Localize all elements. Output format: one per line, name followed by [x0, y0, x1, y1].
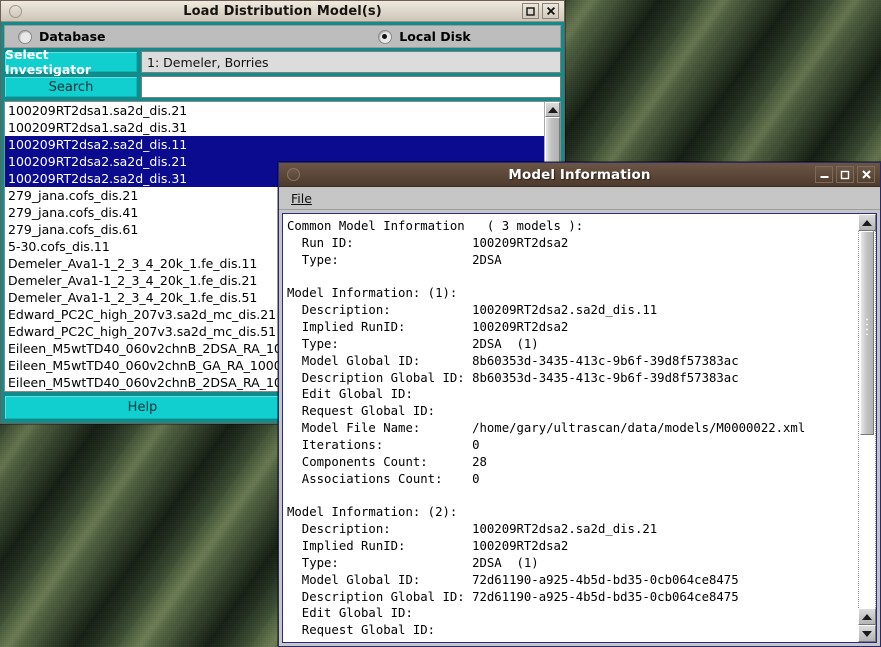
load-window-title: Load Distribution Model(s): [183, 3, 382, 19]
info-window-title: Model Information: [508, 166, 651, 183]
list-item[interactable]: 100209RT2dsa1.sa2d_dis.21: [8, 102, 544, 119]
load-window-titlebar[interactable]: Load Distribution Model(s): [1, 1, 564, 22]
info-scroll-thumb[interactable]: [860, 231, 874, 435]
info-scrollbar[interactable]: [858, 213, 877, 643]
info-window-menubar: File: [279, 187, 880, 210]
search-button[interactable]: Search: [4, 76, 138, 98]
list-item[interactable]: 100209RT2dsa1.sa2d_dis.31: [8, 119, 544, 136]
scroll-up-arrow[interactable]: [545, 102, 560, 117]
radio-database-indicator[interactable]: [18, 29, 32, 44]
select-investigator-button[interactable]: Select Investigator: [4, 47, 138, 77]
source-selector-row: Database Local Disk: [4, 25, 561, 48]
investigator-row: Select Investigator 1: Demeler, Borries: [4, 47, 561, 77]
help-button[interactable]: Help: [4, 395, 281, 420]
close-icon[interactable]: [857, 166, 875, 183]
load-window-controls: [522, 3, 561, 19]
model-information-window: Model Information File Common Model Info…: [278, 162, 881, 647]
info-scroll-track[interactable]: [858, 231, 876, 608]
maximize-icon[interactable]: [836, 166, 854, 183]
window-menu-icon[interactable]: [287, 168, 300, 181]
desktop: Load Distribution Model(s) Database Loca: [0, 0, 881, 647]
radio-database-label: Database: [39, 29, 106, 44]
window-menu-icon[interactable]: [9, 4, 22, 18]
minimize-icon[interactable]: [815, 166, 833, 183]
radio-database[interactable]: Database: [5, 29, 289, 44]
radio-local-disk[interactable]: Local Disk: [289, 29, 560, 44]
list-item[interactable]: 100209RT2dsa2.sa2d_dis.11: [5, 136, 544, 153]
scroll-up-arrow[interactable]: [858, 214, 876, 231]
model-information-text: Common Model Information ( 3 models ): R…: [287, 219, 806, 638]
scroll-up-arrow-bottom[interactable]: [858, 608, 876, 625]
investigator-field[interactable]: 1: Demeler, Borries: [141, 51, 561, 73]
menu-item-file[interactable]: File: [287, 190, 316, 207]
info-window-titlebar[interactable]: Model Information: [279, 163, 880, 187]
info-window-controls: [815, 166, 877, 183]
model-information-text-area[interactable]: Common Model Information ( 3 models ): R…: [282, 213, 858, 643]
radio-local-disk-indicator[interactable]: [378, 29, 393, 44]
menu-item-file-label: File: [291, 190, 312, 206]
search-input[interactable]: [141, 76, 561, 98]
maximize-icon[interactable]: [522, 3, 539, 19]
radio-local-disk-label: Local Disk: [399, 29, 471, 44]
search-row: Search: [4, 76, 561, 98]
close-icon[interactable]: [542, 3, 559, 19]
info-window-content: Common Model Information ( 3 models ): R…: [279, 210, 880, 646]
scroll-down-arrow[interactable]: [858, 625, 876, 642]
